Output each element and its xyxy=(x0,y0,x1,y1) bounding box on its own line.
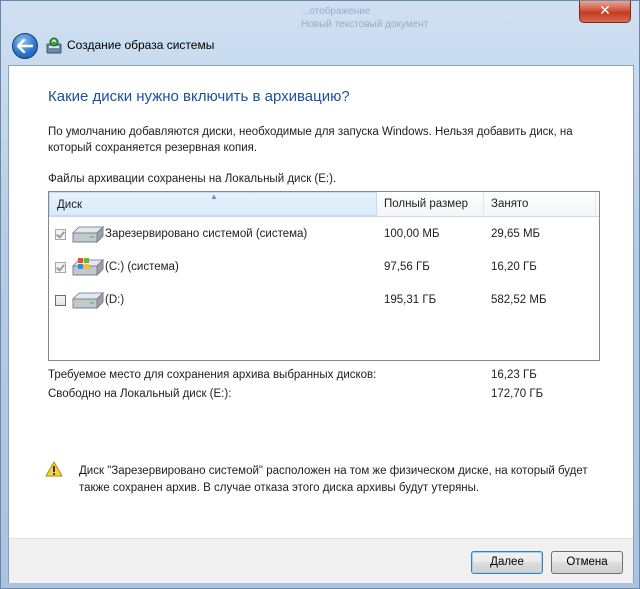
required-space-value: 16,23 ГБ xyxy=(491,369,537,381)
column-header-size[interactable]: Полный размер xyxy=(377,192,484,216)
close-button[interactable]: ✕ xyxy=(579,1,631,23)
warning-message: Диск "Зарезервировано системой" располож… xyxy=(79,465,588,494)
disk-row-d[interactable]: (D:) 195,31 ГБ 582,52 МБ xyxy=(49,286,599,316)
button-bar: Далее Отмена xyxy=(9,538,633,583)
next-button[interactable]: Далее xyxy=(471,551,543,574)
required-space-label: Требуемое место для сохранения архива вы… xyxy=(48,369,377,381)
close-icon: ✕ xyxy=(599,3,611,19)
back-button[interactable] xyxy=(12,33,38,59)
backup-location-label: Файлы архивации сохранены на Локальный д… xyxy=(48,173,337,185)
disk-used: 16,20 ГБ xyxy=(491,261,537,273)
sort-ascending-icon: ▲ xyxy=(210,192,218,201)
warning-icon xyxy=(45,461,63,477)
page-heading: Какие диски нужно включить в архивацию? xyxy=(48,88,350,105)
cancel-button-label: Отмена xyxy=(566,556,608,568)
hard-drive-icon xyxy=(71,291,104,310)
disk-checkbox[interactable] xyxy=(55,229,66,240)
background-text-line: Новый текстовый документ xyxy=(301,19,429,30)
back-arrow-icon xyxy=(17,39,33,53)
disk-list[interactable]: ▲ Диск Полный размер Занято Зарезервиров… xyxy=(48,191,600,361)
background-window-text: ...отображение Новый текстовый документ xyxy=(301,5,471,33)
column-header-disk[interactable]: ▲ Диск xyxy=(49,192,377,216)
disk-name: (D:) xyxy=(105,294,125,306)
cancel-button[interactable]: Отмена xyxy=(551,551,623,574)
disk-size: 100,00 МБ xyxy=(384,228,440,240)
disk-size: 97,56 ГБ xyxy=(384,261,430,273)
backup-app-icon xyxy=(46,37,62,54)
windows-drive-icon xyxy=(71,258,104,277)
free-space-label: Свободно на Локальный диск (E:): xyxy=(48,388,232,400)
disk-used: 29,65 МБ xyxy=(491,228,541,240)
window-title: Создание образа системы xyxy=(67,38,215,52)
disk-size: 195,31 ГБ xyxy=(384,294,437,306)
disk-used: 582,52 МБ xyxy=(491,294,547,306)
column-header-used[interactable]: Занято xyxy=(484,192,596,216)
column-header-label: Диск xyxy=(57,199,82,211)
disk-row-reserved[interactable]: Зарезервировано системой (система) 100,0… xyxy=(49,220,599,250)
page-description: По умолчанию добавляются диски, необходи… xyxy=(48,126,573,154)
disk-row-c[interactable]: (C:) (система) 97,56 ГБ 16,20 ГБ xyxy=(49,253,599,283)
free-space-value: 172,70 ГБ xyxy=(491,388,544,400)
disk-name: (C:) (система) xyxy=(105,261,179,273)
dialog-window: ...отображение Новый текстовый документ … xyxy=(0,0,640,589)
disk-checkbox[interactable] xyxy=(55,295,66,306)
disk-checkbox[interactable] xyxy=(55,262,66,273)
wizard-content: Какие диски нужно включить в архивацию? … xyxy=(8,65,634,583)
disk-list-header: ▲ Диск Полный размер Занято xyxy=(49,192,599,217)
hard-drive-icon xyxy=(71,225,104,244)
next-button-label: Далее xyxy=(490,556,524,568)
disk-name: Зарезервировано системой (система) xyxy=(105,228,308,240)
background-text-line: ...отображение xyxy=(301,6,371,17)
